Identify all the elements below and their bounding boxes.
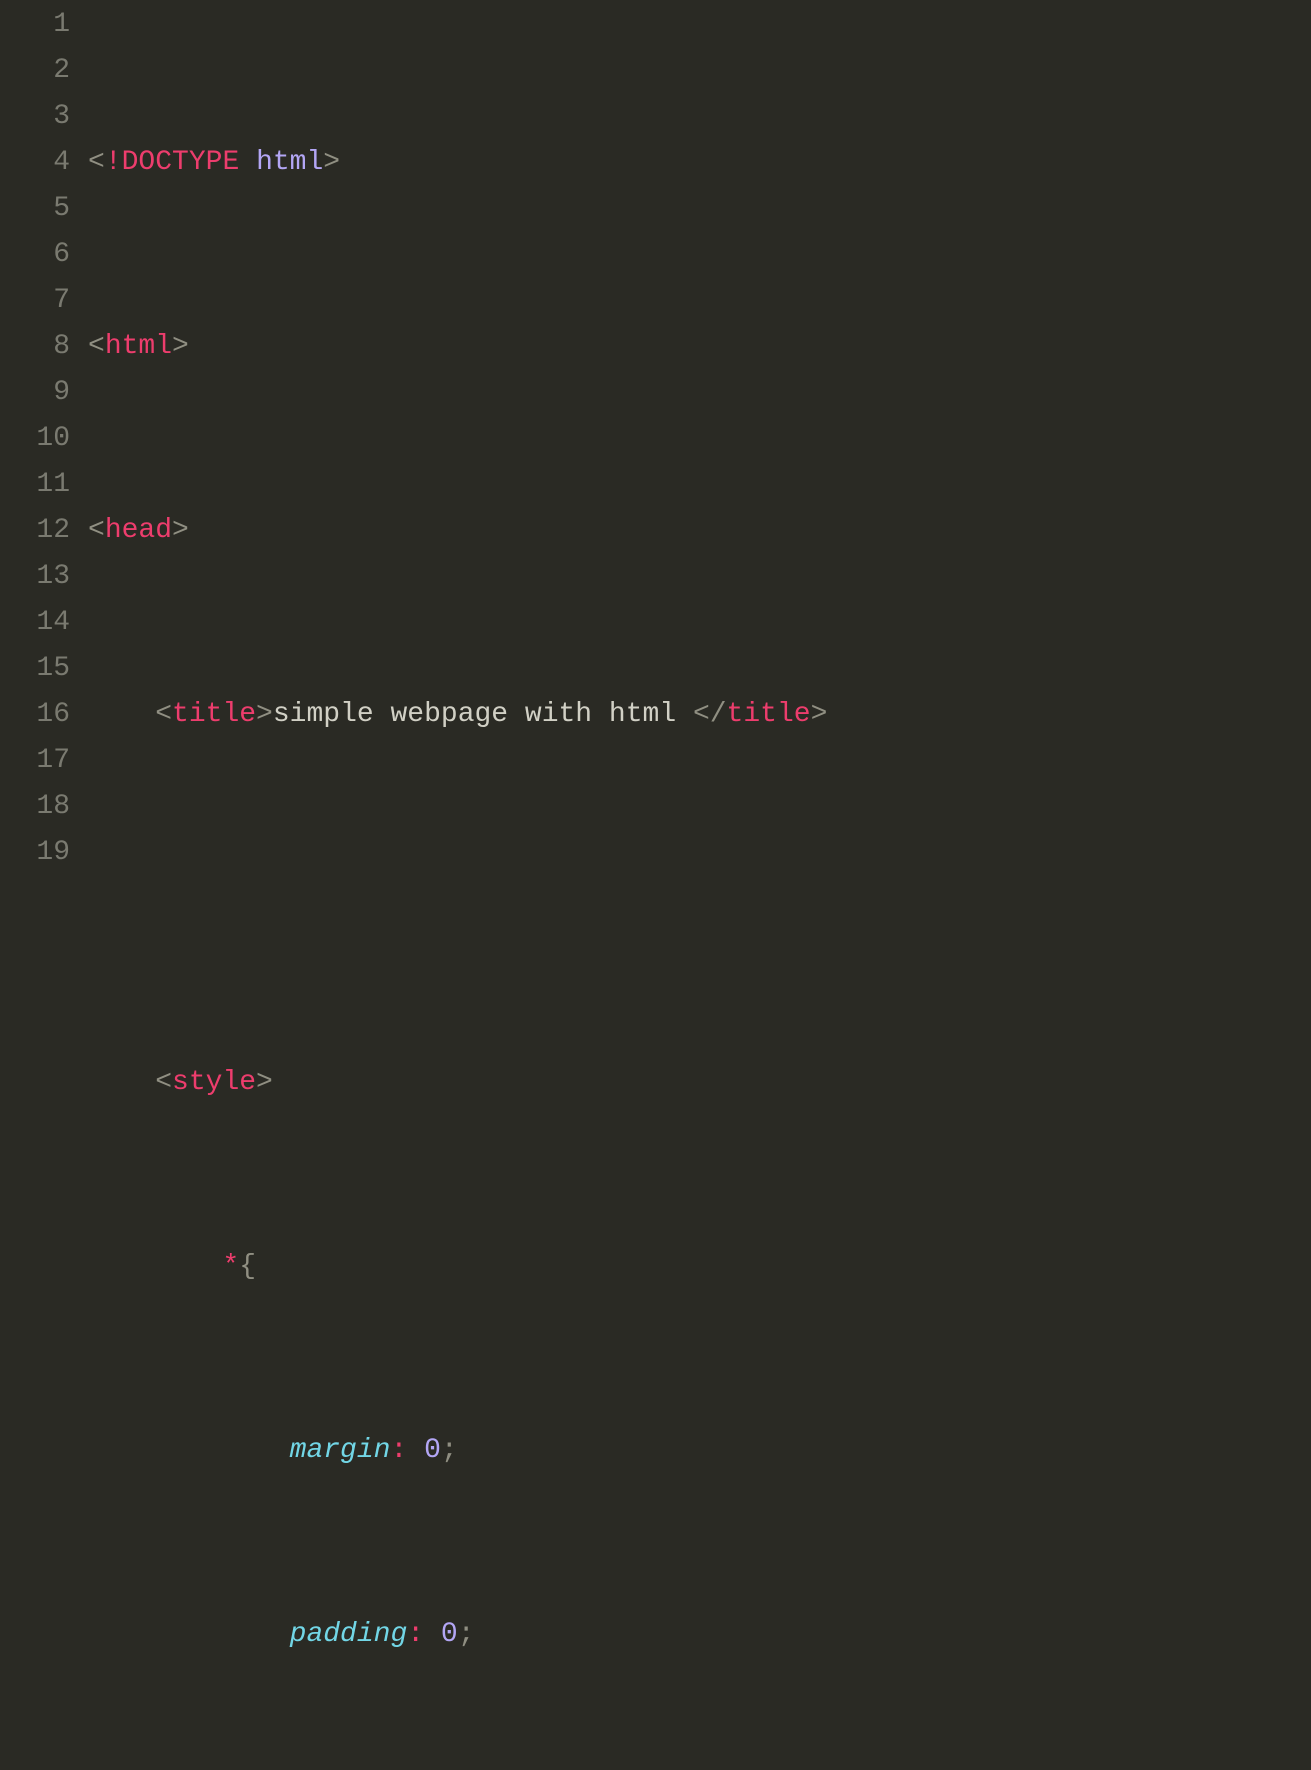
css-prop-padding: padding [290,1619,408,1650]
code-line[interactable]: <!DOCTYPE html> [88,140,1311,186]
code-line[interactable] [88,876,1311,922]
line-number: 18 [0,784,70,830]
line-number: 10 [0,416,70,462]
tag-style: style [172,1067,256,1098]
universal-selector: * [222,1251,239,1282]
code-line[interactable]: margin: 0; [88,1428,1311,1474]
line-number: 12 [0,508,70,554]
line-number: 17 [0,738,70,784]
tag-title-close: title [727,699,811,730]
brace-open: { [239,1251,256,1282]
line-number: 15 [0,646,70,692]
line-number: 1 [0,2,70,48]
line-number: 5 [0,186,70,232]
line-number: 9 [0,370,70,416]
code-line[interactable]: <style> [88,1060,1311,1106]
line-number: 3 [0,94,70,140]
doctype-bang: ! [105,147,122,178]
css-prop-margin: margin [290,1435,391,1466]
doctype-html: html [256,147,323,178]
title-text: simple webpage with html [273,699,693,730]
line-number-gutter: 1 2 3 4 5 6 7 8 9 10 11 12 13 14 15 16 1… [0,0,88,885]
angle-close: > [323,147,340,178]
code-editor[interactable]: 1 2 3 4 5 6 7 8 9 10 11 12 13 14 15 16 1… [0,0,1311,885]
line-number: 11 [0,462,70,508]
doctype-keyword: DOCTYPE [122,147,240,178]
line-number: 13 [0,554,70,600]
line-number: 14 [0,600,70,646]
line-number: 16 [0,692,70,738]
line-number: 6 [0,232,70,278]
code-line[interactable]: *{ [88,1244,1311,1290]
line-number: 4 [0,140,70,186]
css-value-zero: 0 [424,1435,441,1466]
line-number: 19 [0,830,70,876]
line-number: 2 [0,48,70,94]
line-number: 8 [0,324,70,370]
tag-title: title [172,699,256,730]
code-area[interactable]: <!DOCTYPE html> <html> <head> <title>sim… [88,0,1311,885]
css-value-zero: 0 [441,1619,458,1650]
tag-html: html [105,331,172,362]
tag-head: head [105,515,172,546]
code-line[interactable]: <html> [88,324,1311,370]
angle-open: < [88,147,105,178]
code-line[interactable]: <title>simple webpage with html </title> [88,692,1311,738]
code-line[interactable]: <head> [88,508,1311,554]
line-number: 7 [0,278,70,324]
code-line[interactable]: padding: 0; [88,1612,1311,1658]
